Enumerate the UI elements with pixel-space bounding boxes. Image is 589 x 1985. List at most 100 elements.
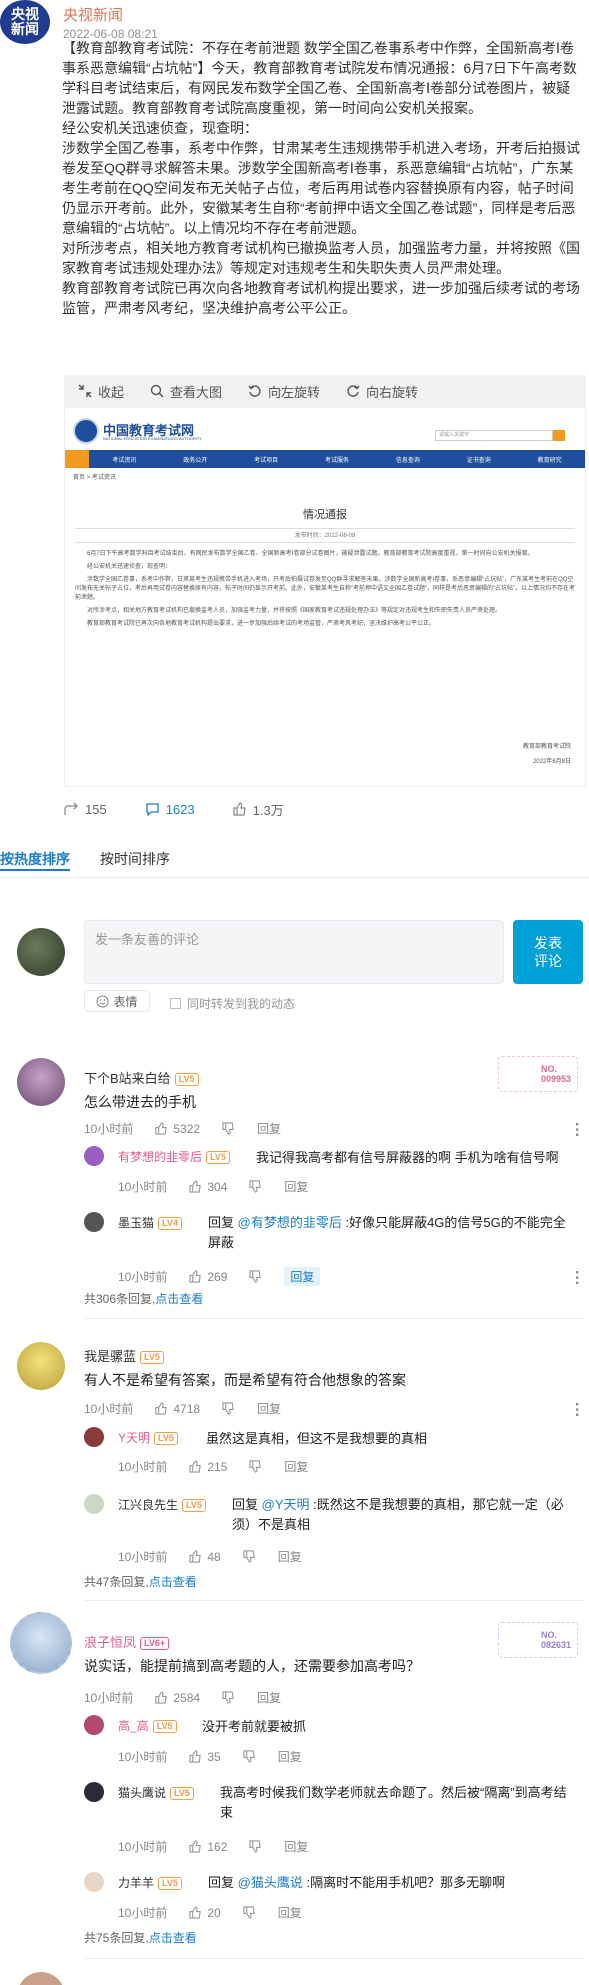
author-avatar[interactable]: 央视 新闻: [0, 0, 50, 44]
tab-time[interactable]: 按时间排序: [100, 849, 170, 871]
reply-name-text: 江兴良先生: [118, 1498, 179, 1512]
reply-text: 回复 @猫头鹰说 :隔离时不能用手机吧？那多无聊啊: [208, 1873, 578, 1893]
comment-like-button[interactable]: 5322: [155, 1122, 200, 1136]
reply-name-text: 力羊羊: [118, 1876, 155, 1890]
reply-mention[interactable]: @猫头鹰说: [238, 1875, 303, 1890]
reply-reply-button[interactable]: 回复: [284, 1458, 308, 1475]
author-name[interactable]: 央视新闻: [63, 4, 123, 25]
reply-name[interactable]: 力羊羊 LV5: [118, 1874, 182, 1891]
reply-reply-button[interactable]: 回复: [278, 1904, 302, 1921]
reply-name[interactable]: 墨玉猫 LV4: [118, 1214, 182, 1231]
comment-reply-button[interactable]: 回复: [257, 1120, 281, 1137]
thumbs-down-icon[interactable]: [222, 1122, 235, 1135]
reply-avatar[interactable]: [84, 1146, 104, 1166]
collapse-button[interactable]: 收起: [78, 382, 124, 401]
reply-avatar[interactable]: [84, 1494, 104, 1514]
reply-like-button[interactable]: 20: [189, 1905, 221, 1920]
thumbs-up-icon: [189, 1550, 202, 1563]
reply-count-text: 共47条回复,: [84, 1575, 149, 1589]
reply-name[interactable]: 高_高 LV5: [118, 1717, 177, 1734]
comment-text: 说实话，能提前搞到高考题的人，还需要参加高考吗？: [84, 1658, 420, 1674]
reply-avatar[interactable]: [84, 1427, 104, 1447]
checkbox-icon: [170, 998, 181, 1009]
level-badge: LV5: [152, 1720, 177, 1734]
thumbs-down-icon[interactable]: [249, 1840, 262, 1853]
comment-reply-button[interactable]: 回复: [257, 1689, 281, 1706]
level-badge: LV5: [158, 1877, 182, 1891]
commenter-name[interactable]: 我是骡蓝 LV5: [84, 1346, 164, 1365]
reply-reply-button[interactable]: 回复: [284, 1267, 321, 1286]
reply-time: 10小时前: [118, 1460, 168, 1474]
comment-like-button[interactable]: 2584: [155, 1691, 200, 1705]
more-options-icon[interactable]: ···: [568, 1402, 585, 1418]
reply-reply-button[interactable]: 回复: [278, 1748, 302, 1765]
thumbs-down-icon[interactable]: [222, 1402, 235, 1415]
reply-meta: 10小时前 304 回复: [118, 1178, 308, 1195]
reply-reply-button[interactable]: 回复: [278, 1548, 302, 1565]
notice-image[interactable]: 中国教育考试网 NATIONAL EDUCATION EXAMINATIONS …: [64, 407, 586, 787]
commenter-name[interactable]: 浪子恒凤 LV6+: [84, 1632, 170, 1651]
doc-home-icon: [65, 450, 89, 468]
comment-input[interactable]: 发一条友善的评论: [84, 920, 504, 984]
reply-reply-button[interactable]: 回复: [284, 1838, 308, 1855]
thumbs-down-icon[interactable]: [243, 1750, 256, 1763]
reply-name-text: Y天明: [118, 1431, 151, 1445]
reply-reply-button[interactable]: 回复: [284, 1178, 308, 1195]
comment-like-button[interactable]: 4718: [155, 1402, 200, 1416]
view-large-button[interactable]: 查看大图: [150, 382, 222, 401]
more-options-icon[interactable]: ···: [568, 1122, 585, 1138]
view-replies-link[interactable]: 点击查看: [155, 1292, 203, 1306]
reply-like-count: 20: [207, 1905, 221, 1920]
thumbs-down-icon[interactable]: [249, 1180, 262, 1193]
thumbs-down-icon[interactable]: [243, 1550, 256, 1563]
thumbs-down-icon[interactable]: [243, 1906, 256, 1919]
doc-date: 2022年6月8日: [532, 759, 571, 765]
reply-avatar[interactable]: [84, 1782, 104, 1802]
sync-checkbox[interactable]: 同时转发到我的动态: [170, 995, 295, 1012]
fan-badge-number: NO. 082631: [540, 1630, 571, 1650]
reply-avatar[interactable]: [84, 1715, 104, 1735]
doc-paragraph: 经公安机关迅速侦查，现查明：: [87, 564, 172, 570]
thumbs-down-icon[interactable]: [249, 1460, 262, 1473]
reply-name[interactable]: Y天明 LV5: [118, 1429, 178, 1446]
comment-button[interactable]: 1623: [145, 802, 195, 817]
rotate-left-button[interactable]: 向左旋转: [248, 382, 320, 401]
thumbs-down-icon[interactable]: [222, 1691, 235, 1704]
reply-text: 回复 @Y天明 :既然这不是我想要的真相，那它就一定（必须）不是真相: [232, 1495, 578, 1535]
commenter-name[interactable]: 下个B站来白给 LV5: [84, 1068, 199, 1087]
level-badge: LV5: [170, 1787, 194, 1801]
submit-comment-button[interactable]: 发表 评论: [513, 920, 583, 984]
reply-like-button[interactable]: 304: [189, 1180, 227, 1194]
my-avatar: [17, 928, 65, 976]
view-replies-link[interactable]: 点击查看: [149, 1575, 197, 1589]
rotate-left-label: 向左旋转: [268, 384, 321, 400]
reply-meta: 10小时前 269 回复: [118, 1267, 321, 1286]
reply-like-button[interactable]: 48: [189, 1550, 221, 1564]
reply-like-button[interactable]: 162: [189, 1840, 227, 1854]
tab-hot[interactable]: 按热度排序: [0, 849, 70, 871]
reply-like-button[interactable]: 35: [189, 1750, 221, 1764]
commenter-avatar[interactable]: [17, 1058, 65, 1106]
reply-avatar[interactable]: [84, 1212, 104, 1232]
thumbs-down-icon[interactable]: [249, 1270, 262, 1283]
commenter-avatar[interactable]: [17, 1342, 65, 1390]
comment-reply-button[interactable]: 回复: [257, 1400, 281, 1417]
reply-like-button[interactable]: 215: [189, 1460, 227, 1474]
thumbs-up-icon: [155, 1691, 168, 1704]
reply-avatar[interactable]: [84, 1872, 104, 1892]
reply-mention[interactable]: @有梦想的韭零后: [238, 1215, 342, 1230]
view-replies-link[interactable]: 点击查看: [149, 1931, 197, 1945]
emoji-button[interactable]: 表情: [84, 990, 150, 1012]
reply-mention[interactable]: @Y天明: [262, 1497, 310, 1512]
like-button[interactable]: 1.3万: [233, 800, 284, 819]
reply-name[interactable]: 猫头鹰说 LV5: [118, 1784, 194, 1801]
reply-name[interactable]: 有梦想的韭零后 LV5: [118, 1148, 230, 1165]
rotate-right-button[interactable]: 向右旋转: [346, 382, 418, 401]
repost-button[interactable]: 155: [64, 802, 107, 817]
more-options-icon[interactable]: ···: [568, 1270, 585, 1286]
reply-like-button[interactable]: 269: [189, 1270, 227, 1284]
comment-like-count: 2584: [173, 1690, 201, 1705]
reply-name[interactable]: 江兴良先生 LV5: [118, 1496, 206, 1513]
commenter-avatar[interactable]: [17, 1972, 65, 1985]
commenter-avatar[interactable]: [10, 1612, 72, 1674]
